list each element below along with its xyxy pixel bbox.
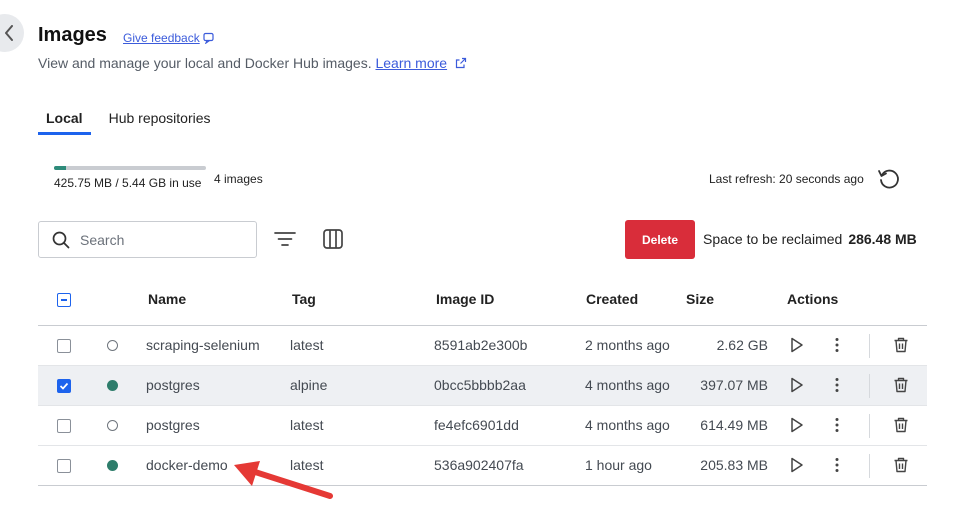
disk-usage-text: 425.75 MB / 5.44 GB in use (54, 176, 202, 190)
row-checkbox[interactable] (57, 339, 71, 353)
chevron-left-icon (5, 25, 13, 41)
play-icon[interactable] (790, 377, 804, 398)
disk-usage-fill (54, 166, 67, 170)
learn-more-link[interactable]: Learn more (375, 55, 447, 71)
more-vertical-icon[interactable] (834, 337, 840, 358)
row-checkbox[interactable] (57, 459, 71, 473)
more-vertical-icon[interactable] (834, 417, 840, 438)
more-vertical-icon[interactable] (834, 457, 840, 478)
row-checkbox[interactable] (57, 419, 71, 433)
action-divider (869, 334, 870, 358)
image-tag: latest (290, 417, 324, 433)
image-created: 4 months ago (585, 417, 670, 433)
search-box[interactable] (38, 221, 257, 258)
image-name[interactable]: postgres (146, 377, 200, 393)
table-row[interactable]: docker-demo latest 536a902407fa 1 hour ago 2… (38, 446, 927, 486)
image-id: 536a902407fa (434, 457, 524, 473)
column-created[interactable]: Created (586, 291, 638, 307)
trash-icon[interactable] (893, 457, 909, 478)
refresh-icon[interactable] (876, 166, 902, 192)
images-table: Name Tag Image ID Created Size Actions s… (38, 276, 927, 486)
table-header: Name Tag Image ID Created Size Actions (38, 276, 927, 326)
image-size: 2.62 GB (716, 337, 768, 353)
play-icon[interactable] (790, 417, 804, 438)
play-icon[interactable] (790, 457, 804, 478)
image-size: 397.07 MB (700, 377, 768, 393)
column-actions: Actions (787, 291, 839, 307)
search-icon (52, 231, 70, 248)
filter-icon[interactable] (274, 229, 296, 249)
columns-icon[interactable] (322, 228, 344, 250)
row-checkbox[interactable] (57, 379, 71, 393)
table-body: scraping-selenium latest 8591ab2e300b 2 mon… (38, 326, 927, 486)
column-size[interactable]: Size (686, 291, 714, 307)
feedback-icon (203, 32, 214, 44)
delete-button[interactable]: Delete (625, 220, 695, 259)
image-created: 4 months ago (585, 377, 670, 393)
back-button[interactable] (0, 14, 24, 52)
column-image-id[interactable]: Image ID (436, 291, 494, 307)
table-row[interactable]: postgres alpine 0bcc5bbbb2aa 4 months ago 39… (38, 366, 927, 406)
play-icon[interactable] (790, 337, 804, 358)
subtitle-text: View and manage your local and Docker Hu… (38, 55, 372, 71)
trash-icon[interactable] (893, 337, 909, 358)
trash-icon[interactable] (893, 417, 909, 438)
in-use-status-icon (107, 460, 118, 471)
search-input[interactable] (80, 231, 240, 248)
reclaim-value: 286.48 MB (848, 231, 917, 247)
action-divider (869, 374, 870, 398)
table-row[interactable]: scraping-selenium latest 8591ab2e300b 2 mon… (38, 326, 927, 366)
annotation-arrow (234, 461, 333, 499)
image-name[interactable]: scraping-selenium (146, 337, 260, 353)
image-size: 614.49 MB (700, 417, 768, 433)
page-subtitle: View and manage your local and Docker Hu… (38, 55, 467, 71)
action-divider (869, 414, 870, 438)
image-size: 205.83 MB (700, 457, 768, 473)
give-feedback-link[interactable]: Give feedback (123, 31, 215, 45)
last-refresh-text: Last refresh: 20 seconds ago (709, 172, 864, 186)
disk-usage-bar (54, 166, 206, 170)
unused-status-icon (107, 420, 118, 431)
image-created: 2 months ago (585, 337, 670, 353)
external-link-icon (455, 57, 467, 69)
image-id: 0bcc5bbbb2aa (434, 377, 526, 393)
tab-bar: Local Hub repositories (38, 104, 229, 136)
in-use-status-icon (107, 380, 118, 391)
image-tag: alpine (290, 377, 328, 393)
unused-status-icon (107, 340, 118, 351)
give-feedback-label: Give feedback (123, 31, 200, 45)
space-reclaimed: Space to be reclaimed 286.48 MB (703, 231, 917, 247)
more-vertical-icon[interactable] (834, 377, 840, 398)
column-tag[interactable]: Tag (292, 291, 316, 307)
select-all-checkbox[interactable] (57, 293, 71, 307)
image-created: 1 hour ago (585, 457, 652, 473)
page-title: Images (38, 24, 107, 46)
image-id: 8591ab2e300b (434, 337, 528, 353)
trash-icon[interactable] (893, 377, 909, 398)
image-id: fe4efc6901dd (434, 417, 519, 433)
action-divider (869, 454, 870, 478)
image-name[interactable]: docker-demo (146, 457, 228, 473)
image-tag: latest (290, 337, 324, 353)
column-name[interactable]: Name (148, 291, 186, 307)
reclaim-label: Space to be reclaimed (703, 231, 843, 247)
image-name[interactable]: postgres (146, 417, 200, 433)
tab-local[interactable]: Local (38, 104, 91, 135)
tab-hub-repositories[interactable]: Hub repositories (101, 104, 219, 135)
image-count: 4 images (214, 172, 263, 186)
table-row[interactable]: postgres latest fe4efc6901dd 4 months ago 61… (38, 406, 927, 446)
